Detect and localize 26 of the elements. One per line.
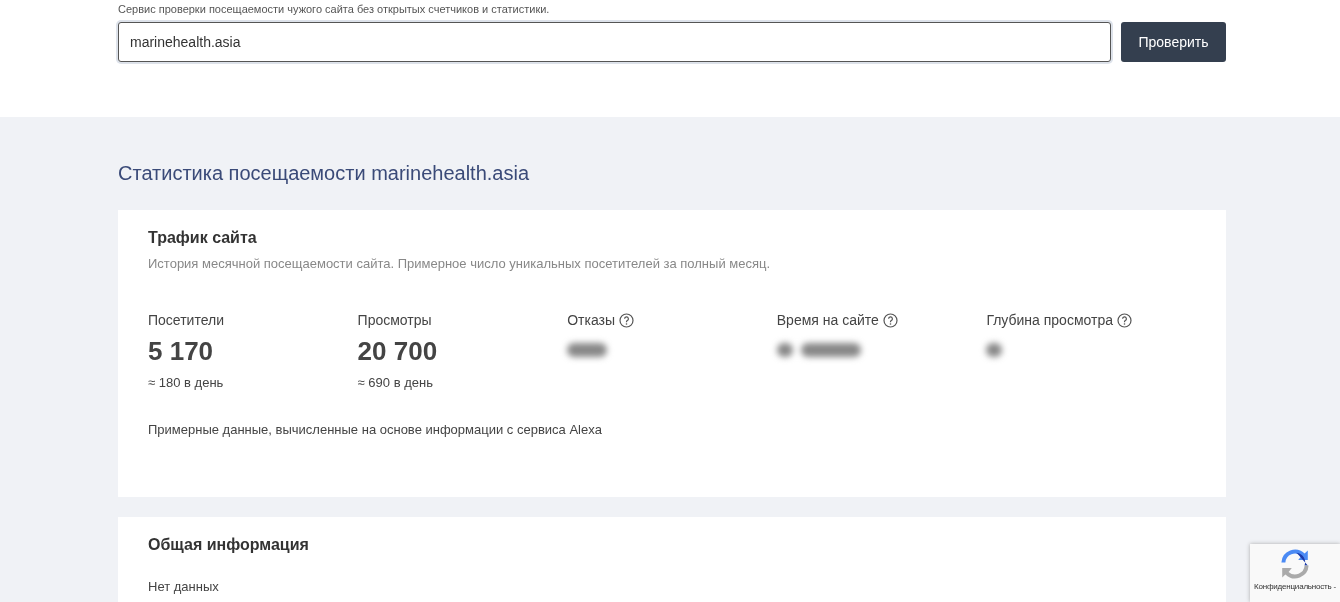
intro-text: Сервис проверки посещаемости чужого сайта без открытых счетчиков и статистики. [118,2,551,16]
stat-label: Глубина просмотра [986,312,1113,328]
stat-label: Время на сайте [776,312,879,328]
recaptcha-badge[interactable]: Конфиденциальность - [1250,544,1340,602]
stat-value: 5 170 [148,335,215,367]
help-icon[interactable] [619,312,635,328]
check-button[interactable]: Проверить [1121,22,1226,62]
url-input-field[interactable]: marinehealth.asia [118,22,1111,62]
section-heading: Статистика посещаемости marinehealth.asia [118,161,530,185]
help-icon[interactable] [1117,312,1132,328]
stat-label: Просмотры [357,312,432,328]
recaptcha-icon [1279,548,1311,580]
no-data-text: Нет данных [148,579,220,594]
per-day-text: ≈ 180 в день [148,375,225,390]
card-title: Трафик сайта [148,228,258,248]
per-day-text: ≈ 690 в день [357,375,434,390]
card-subtitle: История месячной посещаемости сайта. Примерное число уникальных посетителей за полный месяц. [148,256,772,271]
stat-value: 20 700 [357,335,439,367]
card-title: Общая информация [148,535,310,555]
captcha-text: Конфиденциальность - [1253,582,1336,592]
blurred-value [567,341,608,359]
source-note: Примерные данные, вычисленные на основе информации с сервиса Alexa [148,422,603,437]
stat-label: Посетители [148,312,224,328]
blurred-value [986,341,1003,359]
stat-label: Отказы [567,312,616,328]
help-icon[interactable] [882,312,898,328]
